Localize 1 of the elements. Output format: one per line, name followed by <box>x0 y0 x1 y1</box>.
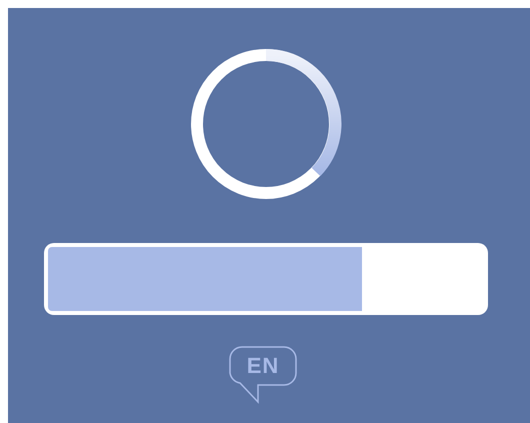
loading-ring-icon <box>190 48 342 200</box>
